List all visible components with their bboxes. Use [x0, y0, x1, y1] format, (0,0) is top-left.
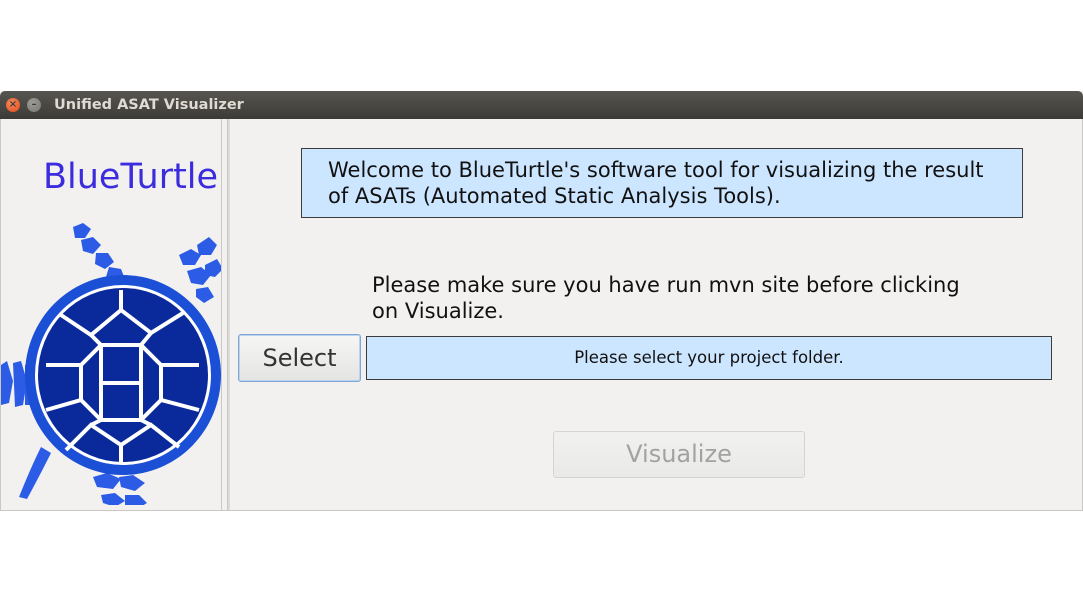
welcome-message-box: Welcome to BlueTurtle's software tool fo… — [301, 148, 1023, 218]
window-title: Unified ASAT Visualizer — [54, 97, 244, 113]
panel-divider — [227, 119, 230, 510]
project-folder-status: Please select your project folder. — [366, 336, 1052, 380]
brand-title: BlueTurtle — [43, 157, 219, 197]
turtle-logo-icon — [1, 223, 221, 505]
content-area: BlueTurtle Welcome to BlueTurtle's softw… — [0, 119, 1083, 511]
select-folder-button[interactable]: Select — [238, 334, 361, 382]
minimize-icon[interactable]: – — [27, 98, 41, 112]
instruction-text: Please make sure you have run mvn site b… — [372, 273, 960, 323]
welcome-text: Welcome to BlueTurtle's software tool fo… — [328, 158, 984, 208]
title-bar: × – Unified ASAT Visualizer — [0, 91, 1083, 119]
sidebar-panel: BlueTurtle — [1, 119, 222, 510]
visualize-button[interactable]: Visualize — [553, 431, 805, 478]
close-icon[interactable]: × — [6, 98, 20, 112]
app-window: × – Unified ASAT Visualizer BlueTurtle W… — [0, 91, 1083, 511]
